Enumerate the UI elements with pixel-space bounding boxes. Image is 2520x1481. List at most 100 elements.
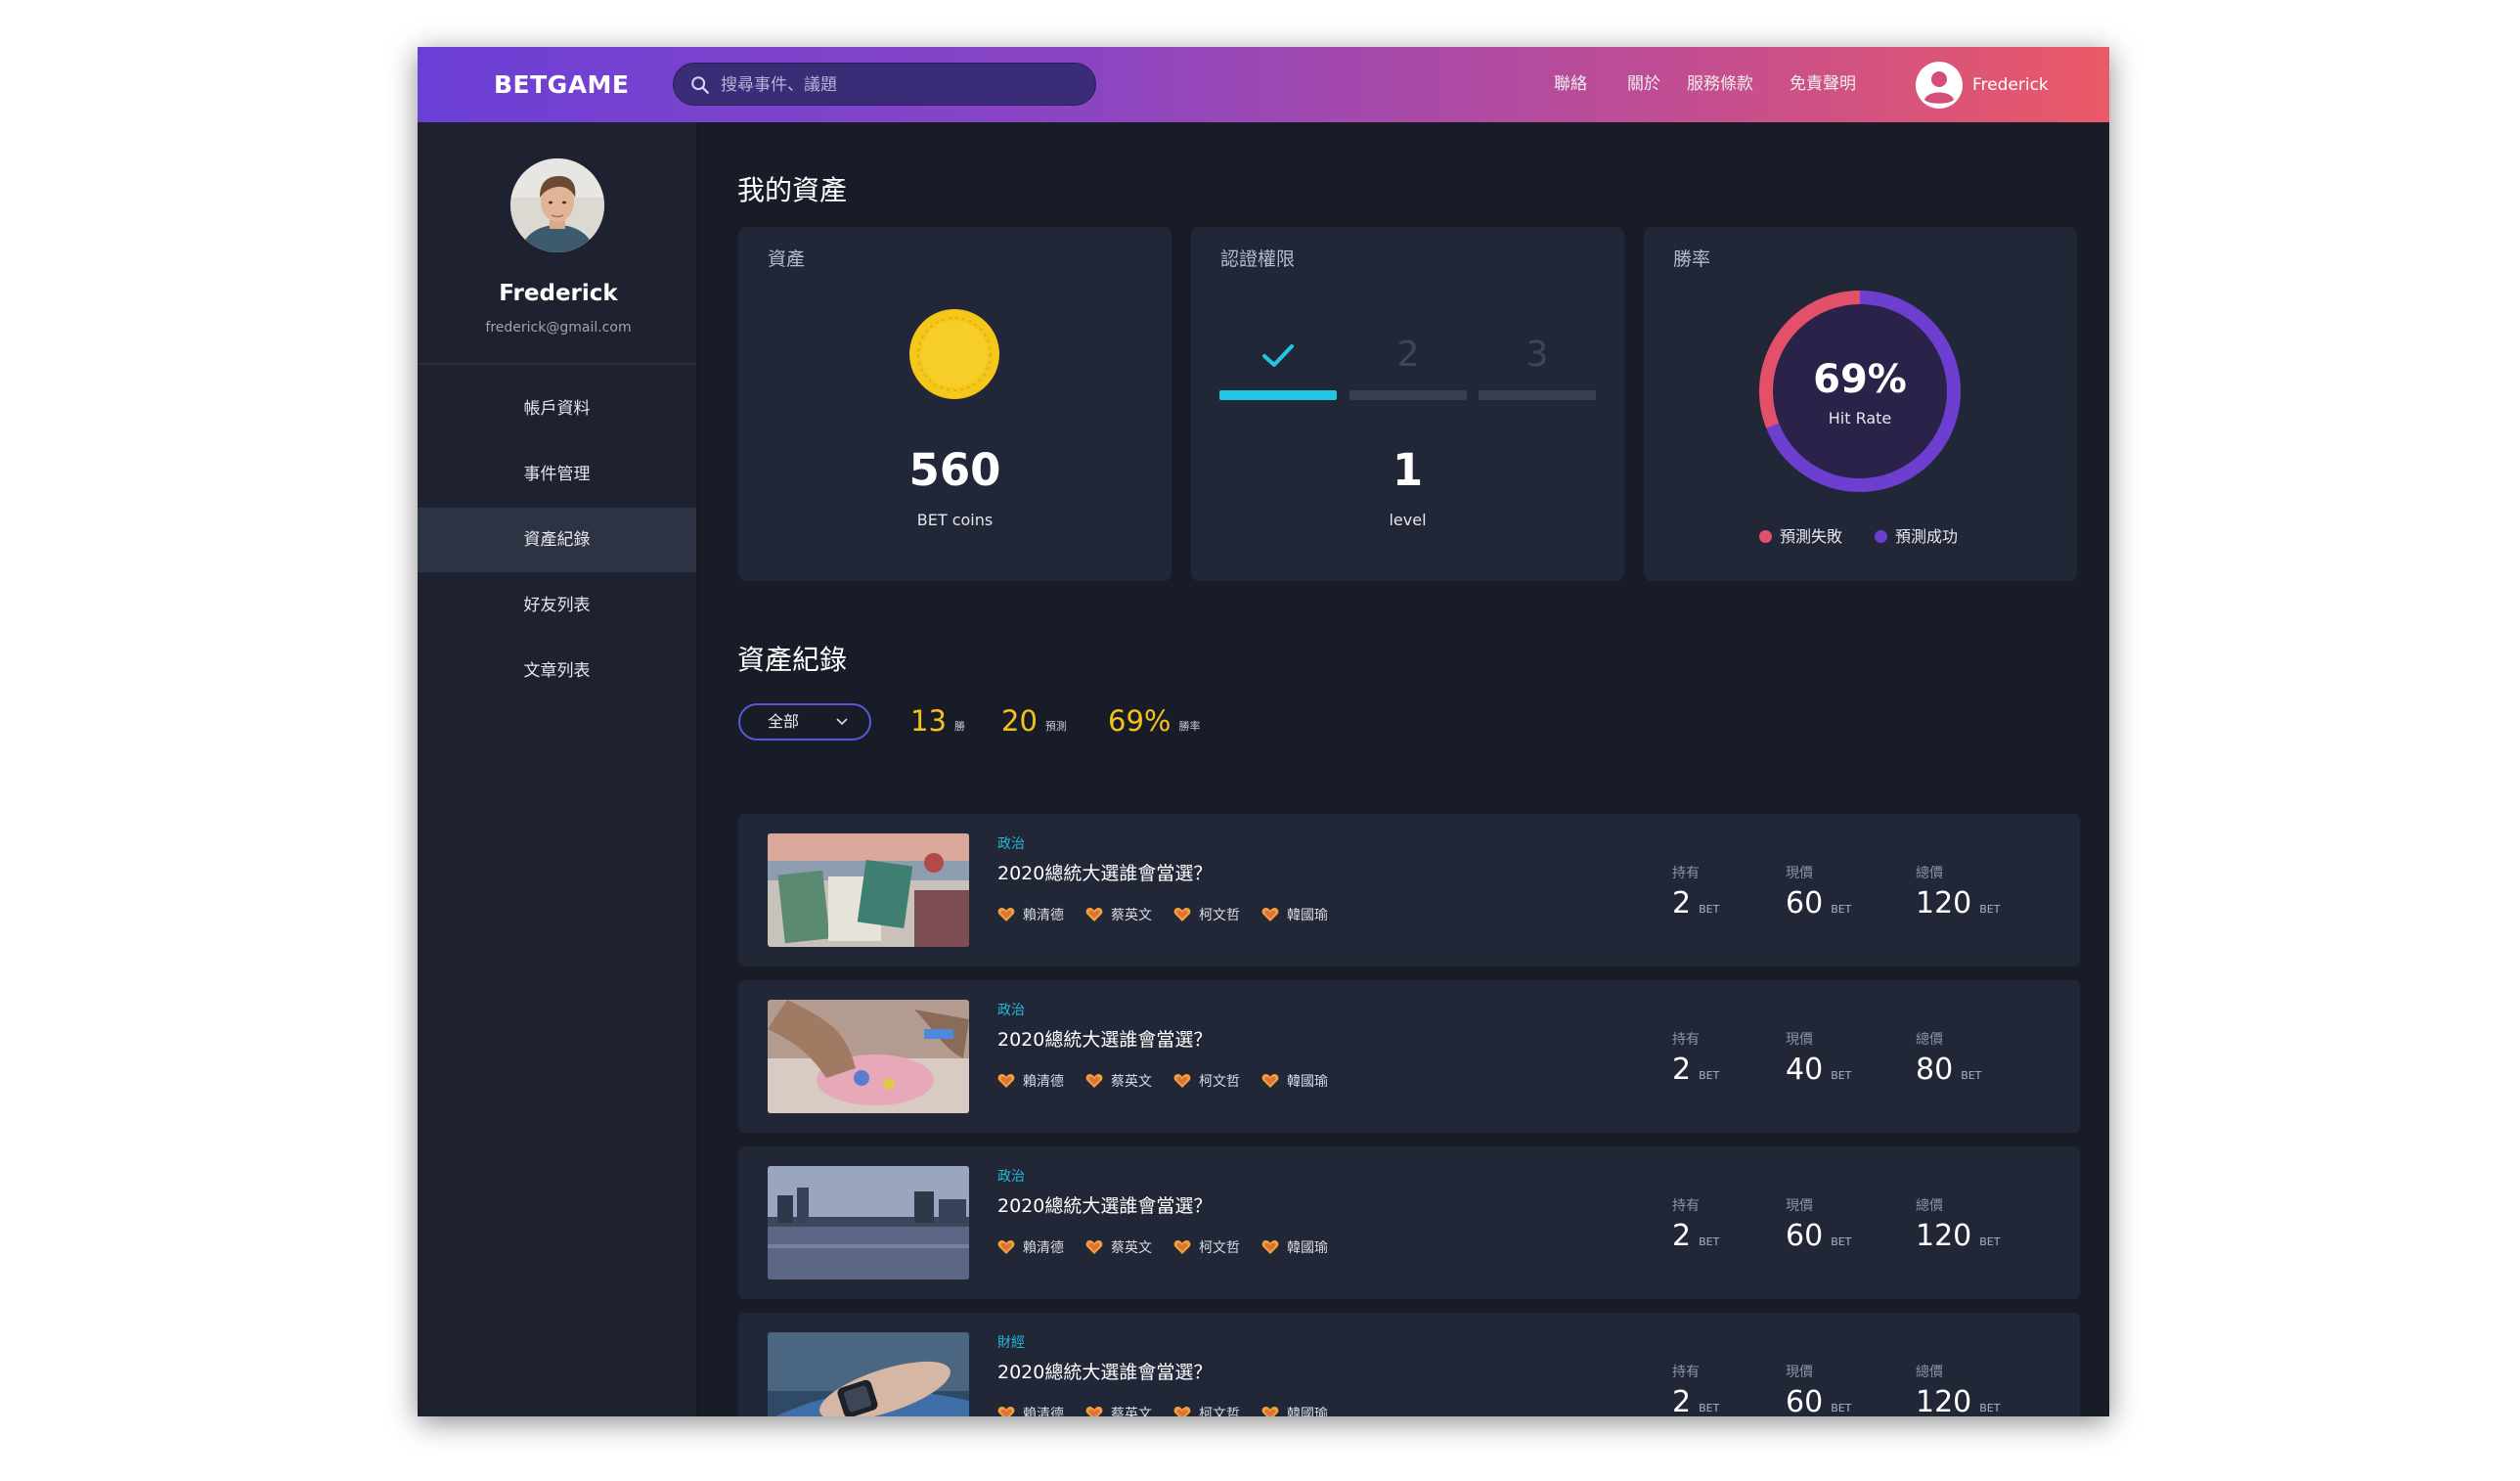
- sidebar-item-account[interactable]: 帳戶資料: [418, 377, 696, 441]
- record-category[interactable]: 政治: [997, 1166, 1025, 1186]
- metric-total-price-unit: BET: [1961, 1069, 1982, 1082]
- profile-photo-image: [510, 158, 604, 252]
- search-bar[interactable]: [673, 63, 1096, 107]
- candidate-tag: 賴清德: [997, 905, 1064, 924]
- candidate-name: 韓國瑜: [1287, 1240, 1328, 1256]
- record-candidates: 賴清德 蔡英文 柯文哲 韓國瑜: [997, 1404, 1349, 1416]
- record-category[interactable]: 財經: [997, 1332, 1025, 1352]
- sidebar-item-friends[interactable]: 好友列表: [418, 573, 696, 638]
- metric-total-price-value: 120: [1916, 1219, 1972, 1253]
- my-assets-title: 我的資產: [737, 174, 848, 206]
- stat-wins-value: 13: [910, 704, 947, 738]
- filter-dropdown[interactable]: 全部: [738, 703, 871, 740]
- candidate-name: 柯文哲: [1199, 1407, 1240, 1416]
- metric-current-price-value: 60: [1786, 1385, 1824, 1416]
- candidate-name: 賴清德: [1023, 1074, 1064, 1090]
- metric-total-price-value: 120: [1916, 1385, 1972, 1416]
- record-thumbnail[interactable]: [768, 833, 969, 947]
- record-title[interactable]: 2020總統大選誰會當選？: [997, 859, 1212, 885]
- children-painting-photo: [768, 1000, 969, 1113]
- metric-total-price-label: 總價: [1916, 1198, 1943, 1214]
- search-input[interactable]: [719, 64, 1084, 107]
- candidate-tag: 柯文哲: [1173, 905, 1240, 924]
- record-thumbnail[interactable]: [768, 1000, 969, 1113]
- record-category[interactable]: 政治: [997, 1000, 1025, 1019]
- candidate-name: 蔡英文: [1111, 1407, 1152, 1416]
- candidate-tag: 柯文哲: [1173, 1404, 1240, 1416]
- heart-medal-icon: [1085, 1407, 1103, 1416]
- record-thumbnail[interactable]: [768, 1166, 969, 1279]
- top-navbar: BETGAME 聯絡 關於 服務條款 免責聲明 Frederick: [418, 47, 2109, 122]
- metric-current-price-value: 60: [1786, 1219, 1824, 1253]
- metric-hold-unit: BET: [1699, 1402, 1720, 1414]
- candidate-tag: 賴清德: [997, 1071, 1064, 1091]
- record-title[interactable]: 2020總統大選誰會當選？: [997, 1191, 1212, 1218]
- stat-predictions-unit: 預測: [1044, 720, 1067, 733]
- stat-win-rate: 69% 勝率: [1108, 704, 1200, 738]
- auth-level-card: 認證權限 2 3 1 level: [1191, 227, 1624, 581]
- candidate-name: 賴清德: [1023, 1407, 1064, 1416]
- assets-unit: BET coins: [916, 511, 994, 529]
- legend-fail: 預測失敗: [1759, 523, 1842, 547]
- record-row[interactable]: 政治 2020總統大選誰會當選？ 賴清德 蔡英文 柯文哲 韓國瑜 持有 2 BET 現價 60 BET…: [738, 814, 2080, 966]
- nav-link-disclaimer[interactable]: 免責聲明: [1790, 47, 1856, 122]
- heart-medal-icon: [1173, 1074, 1191, 1088]
- metric-total-price-unit: BET: [1979, 903, 2001, 916]
- heart-medal-icon: [997, 908, 1015, 921]
- metric-total-price: 總價 80 BET: [1916, 1029, 1981, 1087]
- candidate-name: 柯文哲: [1199, 1074, 1240, 1090]
- record-title[interactable]: 2020總統大選誰會當選？: [997, 1358, 1212, 1384]
- record-row[interactable]: 政治 2020總統大選誰會當選？ 賴清德 蔡英文 柯文哲 韓國瑜 持有 2 BET 現價 60 BET…: [738, 1146, 2080, 1299]
- candidate-tag: 賴清德: [997, 1404, 1064, 1416]
- legend-success-dot: [1875, 530, 1887, 543]
- heart-medal-icon: [1173, 908, 1191, 921]
- win-rate-card: 勝率 69% Hit Rate 預測失敗 預測成功: [1644, 227, 2077, 581]
- candidate-tag: 韓國瑜: [1261, 1237, 1328, 1257]
- heart-medal-icon: [1261, 908, 1279, 921]
- heart-medal-icon: [1261, 1407, 1279, 1416]
- record-candidates: 賴清德 蔡英文 柯文哲 韓國瑜: [997, 1071, 1349, 1093]
- metric-current-price: 現價 60 BET: [1786, 1195, 1851, 1253]
- sidebar-item-asset-records[interactable]: 資產紀錄: [418, 508, 696, 572]
- city-harbor-photo: [768, 1166, 969, 1279]
- step-2-label: 2: [1396, 335, 1420, 375]
- record-category[interactable]: 政治: [997, 833, 1025, 853]
- stat-win-rate-value: 69%: [1108, 704, 1172, 738]
- metric-total-price-label: 總價: [1916, 866, 1943, 881]
- metric-current-price-unit: BET: [1831, 903, 1852, 916]
- heart-medal-icon: [1261, 1074, 1279, 1088]
- metric-total-price-value: 80: [1916, 1053, 1954, 1087]
- step-2-bar: [1349, 390, 1467, 400]
- auth-level-value: 1: [1392, 444, 1424, 496]
- candidate-name: 柯文哲: [1199, 908, 1240, 923]
- metric-current-price-unit: BET: [1831, 1235, 1852, 1248]
- nav-link-about[interactable]: 關於: [1627, 47, 1660, 122]
- sidebar-item-articles[interactable]: 文章列表: [418, 639, 696, 703]
- stat-wins-unit: 勝: [953, 720, 965, 733]
- nav-link-terms[interactable]: 服務條款: [1687, 47, 1753, 122]
- record-thumbnail[interactable]: [768, 1332, 969, 1416]
- record-title[interactable]: 2020總統大選誰會當選？: [997, 1025, 1212, 1052]
- win-rate-percent: 69%: [1813, 357, 1907, 402]
- assets-card-title: 資產: [768, 248, 806, 270]
- legend-success-label: 預測成功: [1895, 527, 1959, 546]
- user-avatar-icon: [1916, 62, 1963, 109]
- brand-logo[interactable]: BETGAME: [494, 47, 630, 122]
- stat-predictions: 20 預測: [1001, 704, 1067, 738]
- candidate-name: 蔡英文: [1111, 1240, 1152, 1256]
- metric-hold: 持有 2 BET: [1672, 1362, 1719, 1416]
- candidate-tag: 韓國瑜: [1261, 905, 1328, 924]
- candidate-tag: 韓國瑜: [1261, 1404, 1328, 1416]
- candidate-name: 賴清德: [1023, 908, 1064, 923]
- assets-value: 560: [908, 444, 1001, 496]
- record-row[interactable]: 政治 2020總統大選誰會當選？ 賴清德 蔡英文 柯文哲 韓國瑜 持有 2 BET 現價 40 BET…: [738, 980, 2080, 1133]
- candidate-name: 韓國瑜: [1287, 1407, 1328, 1416]
- record-row[interactable]: 財經 2020總統大選誰會當選？ 賴清德 蔡英文 柯文哲 韓國瑜 持有 2 BET 現價 60 BET…: [738, 1313, 2080, 1416]
- profile-email: frederick@gmail.com: [485, 320, 632, 336]
- metric-current-price: 現價 60 BET: [1786, 863, 1851, 920]
- profile-avatar[interactable]: [510, 158, 604, 252]
- heart-medal-icon: [997, 1240, 1015, 1254]
- check-icon: [1262, 344, 1294, 367]
- nav-link-contact[interactable]: 聯絡: [1554, 47, 1587, 122]
- sidebar-item-events[interactable]: 事件管理: [418, 442, 696, 507]
